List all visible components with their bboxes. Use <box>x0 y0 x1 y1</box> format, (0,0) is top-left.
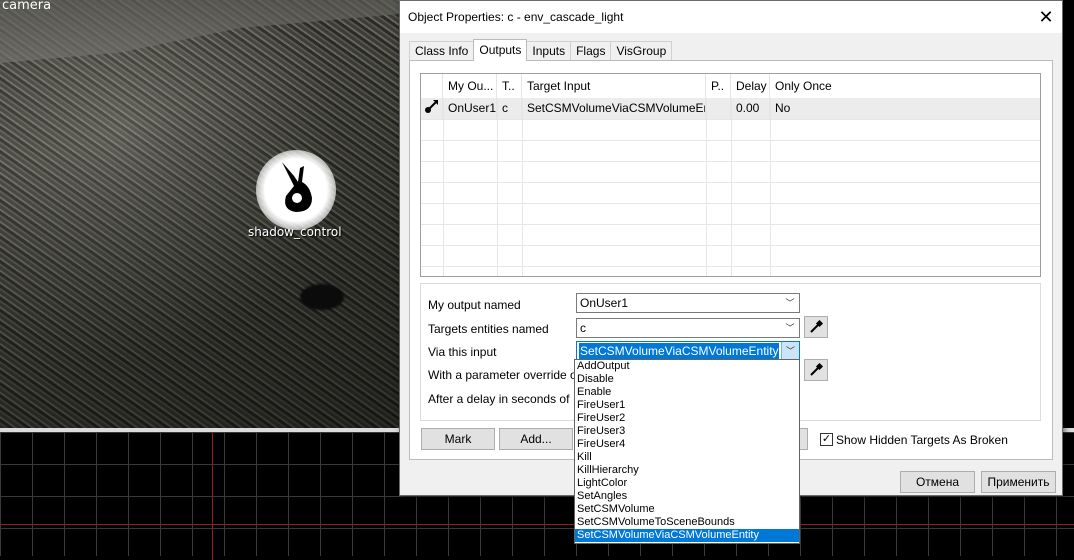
grid-line <box>497 98 498 276</box>
dialog-titlebar[interactable]: Object Properties: c - env_cascade_light… <box>400 1 1062 33</box>
parameter-label: With a parameter override of <box>428 368 581 382</box>
3d-viewport[interactable]: camera shadow_control <box>0 0 400 428</box>
cancel-button[interactable]: Отмена <box>900 471 975 493</box>
list-item[interactable]: FireUser2 <box>575 412 799 425</box>
chevron-down-icon[interactable]: ﹀ <box>781 294 799 312</box>
input-value: SetCSMVolumeViaCSMVolumeEntity <box>579 343 779 359</box>
list-header: My Ou... T.. Target Input P.. Delay Only… <box>421 74 1040 98</box>
add-button[interactable]: Add... <box>499 428 573 450</box>
connections-list[interactable]: My Ou... T.. Target Input P.. Delay Only… <box>420 73 1041 277</box>
cell-delay: 0.00 <box>731 98 770 119</box>
list-item[interactable]: SetCSMVolumeToSceneBounds <box>575 516 799 529</box>
tab-flags[interactable]: Flags <box>570 41 612 61</box>
list-item[interactable]: AddOutput <box>575 360 799 373</box>
entity-label: shadow_control <box>248 225 342 239</box>
list-item[interactable]: Enable <box>575 386 799 399</box>
grid-axis-vertical <box>212 432 213 560</box>
tab-class-info[interactable]: Class Info <box>409 41 475 61</box>
entity-shadow <box>300 284 344 310</box>
cell-target: c <box>497 98 522 119</box>
list-item[interactable]: Kill <box>575 451 799 464</box>
targets-label: Targets entities named <box>428 322 549 336</box>
column-header-parameter[interactable]: P.. <box>706 74 731 98</box>
grid-line <box>770 98 771 276</box>
list-item[interactable]: FireUser3 <box>575 425 799 438</box>
list-item-selected[interactable]: SetCSMVolumeViaCSMVolumeEntity <box>575 529 799 542</box>
column-header-delay[interactable]: Delay <box>731 74 770 98</box>
eyedropper-icon <box>810 320 823 333</box>
apply-button[interactable]: Применить <box>981 471 1056 493</box>
grid-line <box>443 98 444 276</box>
output-combo[interactable]: OnUser1 ﹀ <box>576 293 800 313</box>
column-header-target[interactable]: T.. <box>497 74 522 98</box>
eyedropper-icon <box>810 363 823 376</box>
cell-parameter <box>706 98 731 119</box>
column-header-only-once[interactable]: Only Once <box>770 74 1040 98</box>
show-hidden-checkbox[interactable]: ✓ <box>820 433 833 446</box>
output-value: OnUser1 <box>580 296 629 310</box>
grid-line <box>706 98 707 276</box>
column-header-icon <box>421 74 443 98</box>
mark-button[interactable]: Mark <box>421 428 495 450</box>
list-item[interactable]: SetCSMVolume <box>575 503 799 516</box>
input-combo[interactable]: SetCSMVolumeViaCSMVolumeEntity ﹀ <box>576 341 800 361</box>
grid-axis-horizontal <box>0 524 1074 525</box>
viewport-shading <box>0 0 400 428</box>
close-icon[interactable]: ✕ <box>1030 1 1062 33</box>
output-label: My output named <box>428 298 521 312</box>
tab-outputs[interactable]: Outputs <box>473 39 528 61</box>
list-item[interactable]: LightColor <box>575 477 799 490</box>
grid-line <box>522 98 523 276</box>
delay-label: After a delay in seconds of <box>428 392 570 406</box>
parameter-picker-button[interactable] <box>804 359 828 381</box>
list-item[interactable]: SetAngles <box>575 490 799 503</box>
cell-target-input: SetCSMVolumeViaCSMVolumeEntity <box>522 98 706 119</box>
dialog-title: Object Properties: c - env_cascade_light <box>408 10 624 24</box>
input-label: Via this input <box>428 345 497 359</box>
tab-inputs[interactable]: Inputs <box>526 41 572 61</box>
tab-visgroup[interactable]: VisGroup <box>610 41 673 61</box>
tab-strip: Class Info Outputs Inputs Flags VisGroup <box>409 39 673 61</box>
list-item[interactable]: FireUser4 <box>575 438 799 451</box>
cell-only-once: No <box>775 101 791 115</box>
list-item[interactable]: FireUser1 <box>575 399 799 412</box>
list-item[interactable]: KillHierarchy <box>575 464 799 477</box>
chevron-down-icon[interactable]: ﹀ <box>781 342 799 360</box>
column-header-my-output[interactable]: My Ou... <box>443 74 497 98</box>
chevron-down-icon[interactable]: ﹀ <box>781 319 799 337</box>
list-item[interactable]: Disable <box>575 373 799 386</box>
targets-combo[interactable]: c ﹀ <box>576 318 800 338</box>
targets-value: c <box>580 321 586 335</box>
column-header-target-input[interactable]: Target Input <box>522 74 706 98</box>
show-hidden-label: Show Hidden Targets As Broken <box>836 433 1008 447</box>
shadow-control-entity-icon[interactable] <box>256 150 336 230</box>
target-picker-button[interactable] <box>804 316 828 338</box>
connection-icon <box>421 98 443 119</box>
viewport-label[interactable]: camera <box>2 0 51 13</box>
grid-line <box>731 98 732 276</box>
cell-my-output: OnUser1 <box>443 98 497 119</box>
input-dropdown-list[interactable]: AddOutput Disable Enable FireUser1 FireU… <box>574 359 800 544</box>
